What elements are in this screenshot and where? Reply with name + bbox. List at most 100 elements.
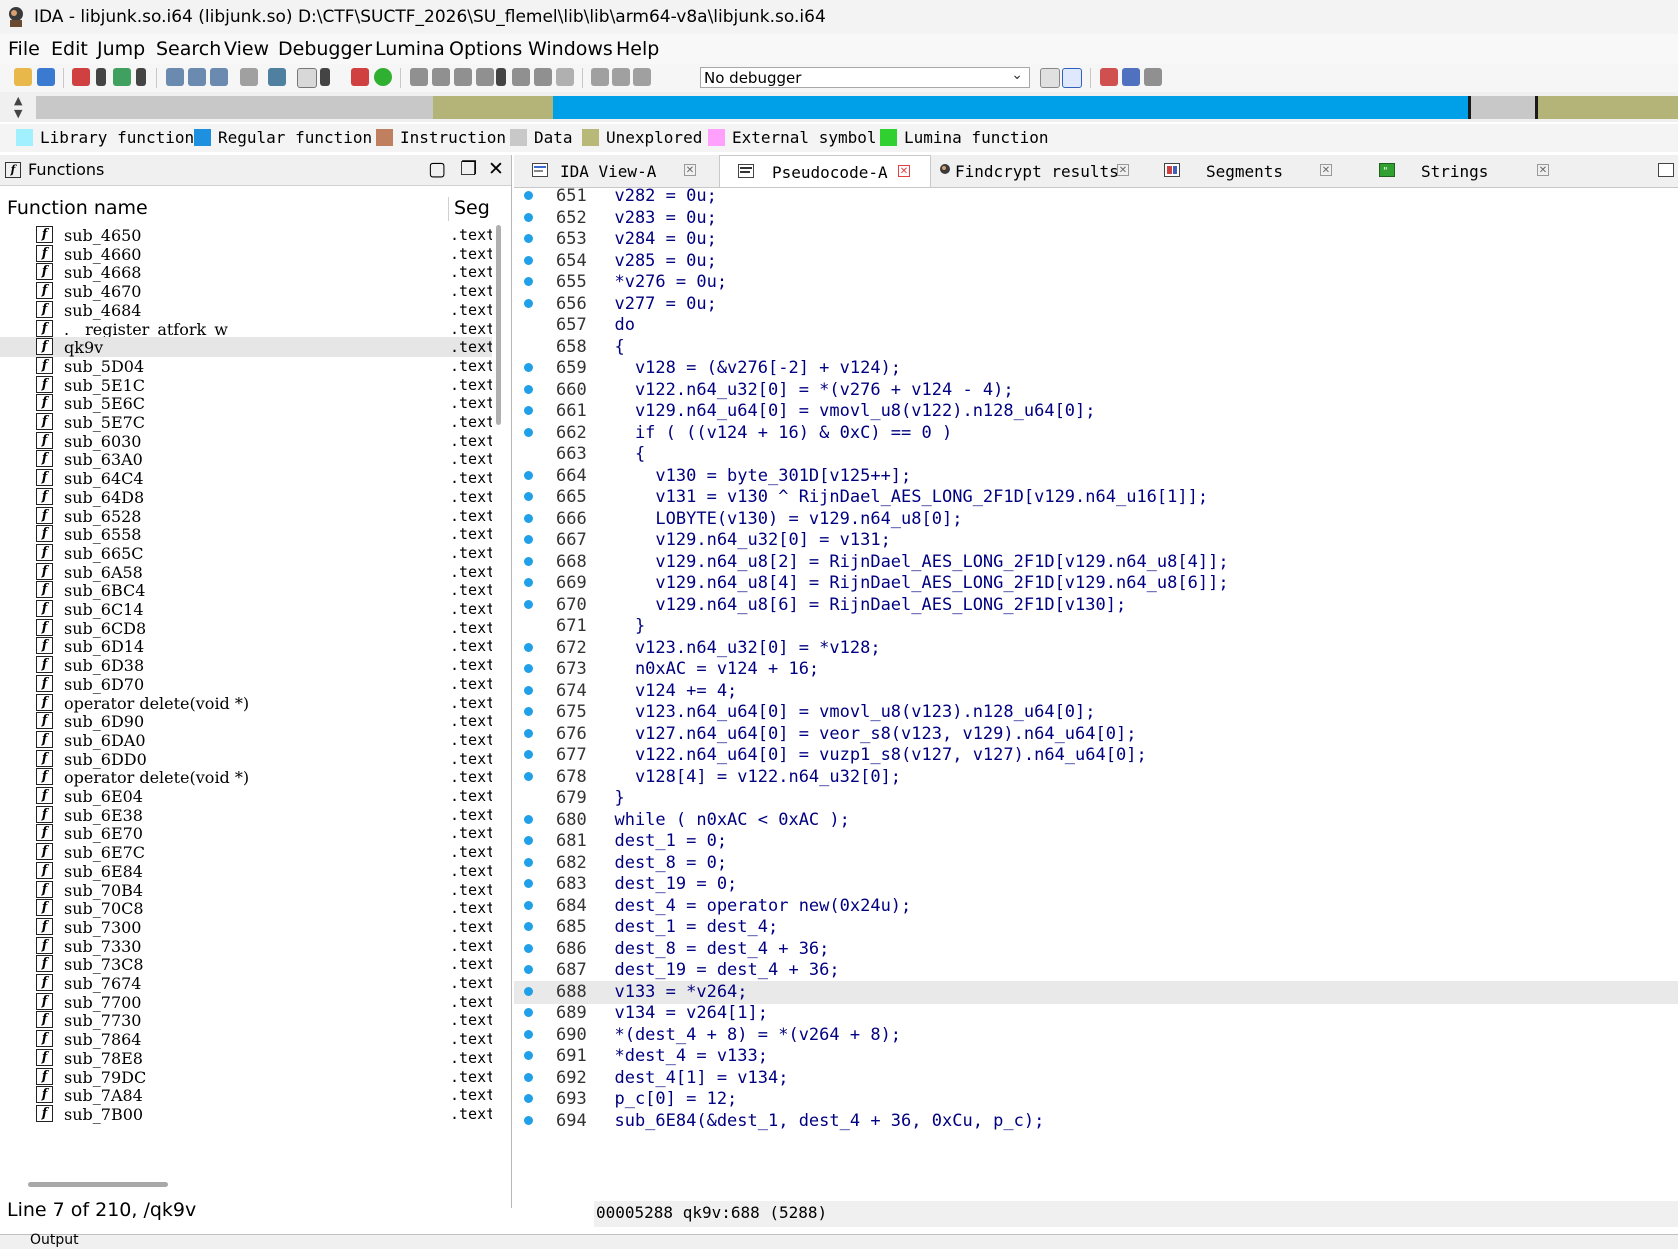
function-list-item[interactable]: f sub_7730 .text: [0, 1010, 492, 1030]
breakpoint-dot-icon[interactable]: [524, 234, 533, 243]
function-list-item[interactable]: f sub_5E6C .text: [0, 393, 492, 413]
code-text[interactable]: v283 = 0u;: [594, 208, 716, 228]
code-line[interactable]: 684 dest_4 = operator new(0x24u);: [514, 895, 1678, 918]
function-list-item[interactable]: f sub_6BC4 .text: [0, 580, 492, 600]
code-text[interactable]: *(dest_4 + 8) = *(v264 + 8);: [594, 1025, 901, 1045]
function-list-item[interactable]: f sub_6E84 .text: [0, 861, 492, 881]
breakpoint-dot-icon[interactable]: [524, 535, 533, 544]
code-line[interactable]: 693 p_c[0] = 12;: [514, 1088, 1678, 1111]
step-icon[interactable]: [410, 68, 428, 86]
breakpoint-dot-icon[interactable]: [524, 943, 533, 953]
breakpoint-dot-icon[interactable]: [524, 814, 533, 824]
function-list-item[interactable]: f sub_6558 .text: [0, 524, 492, 544]
function-list-item[interactable]: f sub_63A0 .text: [0, 449, 492, 469]
output-panel-strip[interactable]: Output: [0, 1232, 1678, 1249]
tab-strings[interactable]: " Strings ✕: [1361, 155, 1576, 187]
function-list-item[interactable]: f sub_6D90 .text: [0, 711, 492, 731]
detach-icon[interactable]: [534, 68, 552, 86]
function-list-item[interactable]: f sub_6E7C .text: [0, 842, 492, 862]
jump-back-icon[interactable]: [72, 68, 90, 86]
code-line[interactable]: 672 v123.n64_u32[0] = *v128;: [514, 637, 1678, 660]
pseudocode-view[interactable]: 651 v282 = 0u; 652 v283 = 0u; 653 v284 = 0…: [514, 188, 1678, 1201]
function-list-item[interactable]: f sub_6E04 .text: [0, 786, 492, 806]
text-icon[interactable]: [297, 68, 317, 88]
code-line[interactable]: 651 v282 = 0u;: [514, 188, 1678, 208]
tab-overflow[interactable]: [1576, 155, 1676, 187]
breakpoint-dot-icon[interactable]: [524, 879, 533, 888]
code-line[interactable]: 671 }: [514, 615, 1678, 638]
function-list-item[interactable]: f sub_7864 .text: [0, 1029, 492, 1049]
code-text[interactable]: {: [594, 337, 624, 357]
function-list-item[interactable]: f sub_665C .text: [0, 543, 492, 563]
functions-list[interactable]: f sub_4650 .text f sub_4660 .text f sub_4668 .te…: [0, 225, 492, 1177]
code-text[interactable]: }: [594, 616, 645, 636]
list-alt-icon[interactable]: [1122, 68, 1140, 86]
menu-jump[interactable]: Jump: [97, 38, 145, 60]
code-text[interactable]: *dest_4 = v133;: [594, 1046, 768, 1066]
code-text[interactable]: v282 = 0u;: [594, 188, 716, 206]
column-function-name[interactable]: Function name: [7, 197, 148, 219]
code-line[interactable]: 691 *dest_4 = v133;: [514, 1045, 1678, 1068]
breakpoint-dot-icon[interactable]: [524, 1051, 533, 1060]
breakpoint-dot-icon[interactable]: [524, 255, 533, 265]
breakpoint-dot-icon[interactable]: [524, 857, 533, 867]
code-line[interactable]: 665 v131 = v130 ^ RijnDael_AES_LONG_2F1D…: [514, 486, 1678, 509]
chevron-down-icon[interactable]: [136, 68, 146, 86]
breakpoint-dot-icon[interactable]: [524, 406, 533, 415]
breakpoint-dot-icon[interactable]: [524, 578, 533, 587]
code-text[interactable]: dest_4[1] = v134;: [594, 1068, 788, 1088]
breakpoint-dot-icon[interactable]: [524, 1115, 533, 1125]
menu-lumina[interactable]: Lumina: [375, 38, 445, 60]
code-line[interactable]: 667 v129.n64_u32[0] = v131;: [514, 529, 1678, 552]
code-line[interactable]: 656 v277 = 0u;: [514, 293, 1678, 316]
code-line[interactable]: 675 v123.n64_u64[0] = vmovl_u8(v123).n12…: [514, 701, 1678, 724]
function-list-item[interactable]: f sub_70B4 .text: [0, 880, 492, 900]
column-segment[interactable]: Seg: [454, 197, 490, 219]
function-list-item[interactable]: f sub_5E7C .text: [0, 412, 492, 432]
function-list-item[interactable]: f sub_7300 .text: [0, 917, 492, 937]
case-icon[interactable]: [1040, 68, 1060, 88]
breakpoint-dot-icon[interactable]: [524, 277, 533, 286]
code-line[interactable]: 683 dest_19 = 0;: [514, 873, 1678, 896]
code-line[interactable]: 673 n0xAC = v124 + 16;: [514, 658, 1678, 681]
code-line[interactable]: 663 {: [514, 443, 1678, 466]
list-icon[interactable]: [1100, 68, 1118, 86]
code-line[interactable]: 692 dest_4[1] = v134;: [514, 1067, 1678, 1090]
code-line[interactable]: 654 v285 = 0u;: [514, 250, 1678, 273]
functions-vertical-scrollbar[interactable]: [494, 225, 504, 1177]
breakpoint-dot-icon[interactable]: [524, 470, 533, 480]
menu-windows[interactable]: Windows: [528, 38, 613, 60]
breakpoint-dot-icon[interactable]: [524, 556, 533, 566]
function-list-item[interactable]: f operator delete(void *) .text: [0, 767, 492, 787]
code-text[interactable]: dest_1 = 0;: [594, 831, 727, 851]
save-icon[interactable]: [37, 68, 55, 86]
code-text[interactable]: v123.n64_u64[0] = vmovl_u8(v123).n128_u6…: [594, 702, 1096, 722]
code-line[interactable]: 678 v128[4] = v122.n64_u32[0];: [514, 766, 1678, 789]
menu-file[interactable]: File: [8, 38, 40, 60]
jump-forward-icon[interactable]: [113, 68, 131, 86]
code-line[interactable]: 652 v283 = 0u;: [514, 207, 1678, 230]
open-icon[interactable]: [14, 68, 32, 86]
float-icon[interactable]: ❐: [460, 158, 477, 180]
column-divider[interactable]: [448, 197, 449, 221]
code-text[interactable]: v128[4] = v122.n64_u32[0];: [594, 767, 901, 787]
code-line[interactable]: 655 *v276 = 0u;: [514, 271, 1678, 294]
function-list-item[interactable]: f sub_78E8 .text: [0, 1048, 492, 1068]
function-list-item[interactable]: f sub_6E70 .text: [0, 823, 492, 843]
breakpoint-dot-icon[interactable]: [524, 986, 533, 996]
code-text[interactable]: dest_4 = operator new(0x24u);: [594, 896, 911, 916]
tab-ida-view-a[interactable]: IDA View-A ✕: [514, 155, 719, 187]
function-list-item[interactable]: f sub_4668 .text: [0, 262, 492, 282]
code-text[interactable]: dest_8 = 0;: [594, 853, 727, 873]
function-list-item[interactable]: f sub_64D8 .text: [0, 487, 492, 507]
code-text[interactable]: v129.n64_u8[2] = RijnDael_AES_LONG_2F1D[…: [594, 552, 1228, 572]
function-list-item[interactable]: f sub_4684 .text: [0, 300, 492, 320]
breakpoint-dot-icon[interactable]: [524, 1072, 533, 1082]
menu-options[interactable]: Options: [449, 38, 522, 60]
code-text[interactable]: *v276 = 0u;: [594, 272, 727, 292]
chevron-down-icon[interactable]: [96, 68, 106, 86]
tab-findcrypt-results[interactable]: Findcrypt results ✕: [931, 155, 1146, 187]
close-icon[interactable]: ✕: [898, 165, 910, 177]
code-text[interactable]: v277 = 0u;: [594, 294, 716, 314]
code-text[interactable]: while ( n0xAC < 0xAC );: [594, 810, 849, 830]
